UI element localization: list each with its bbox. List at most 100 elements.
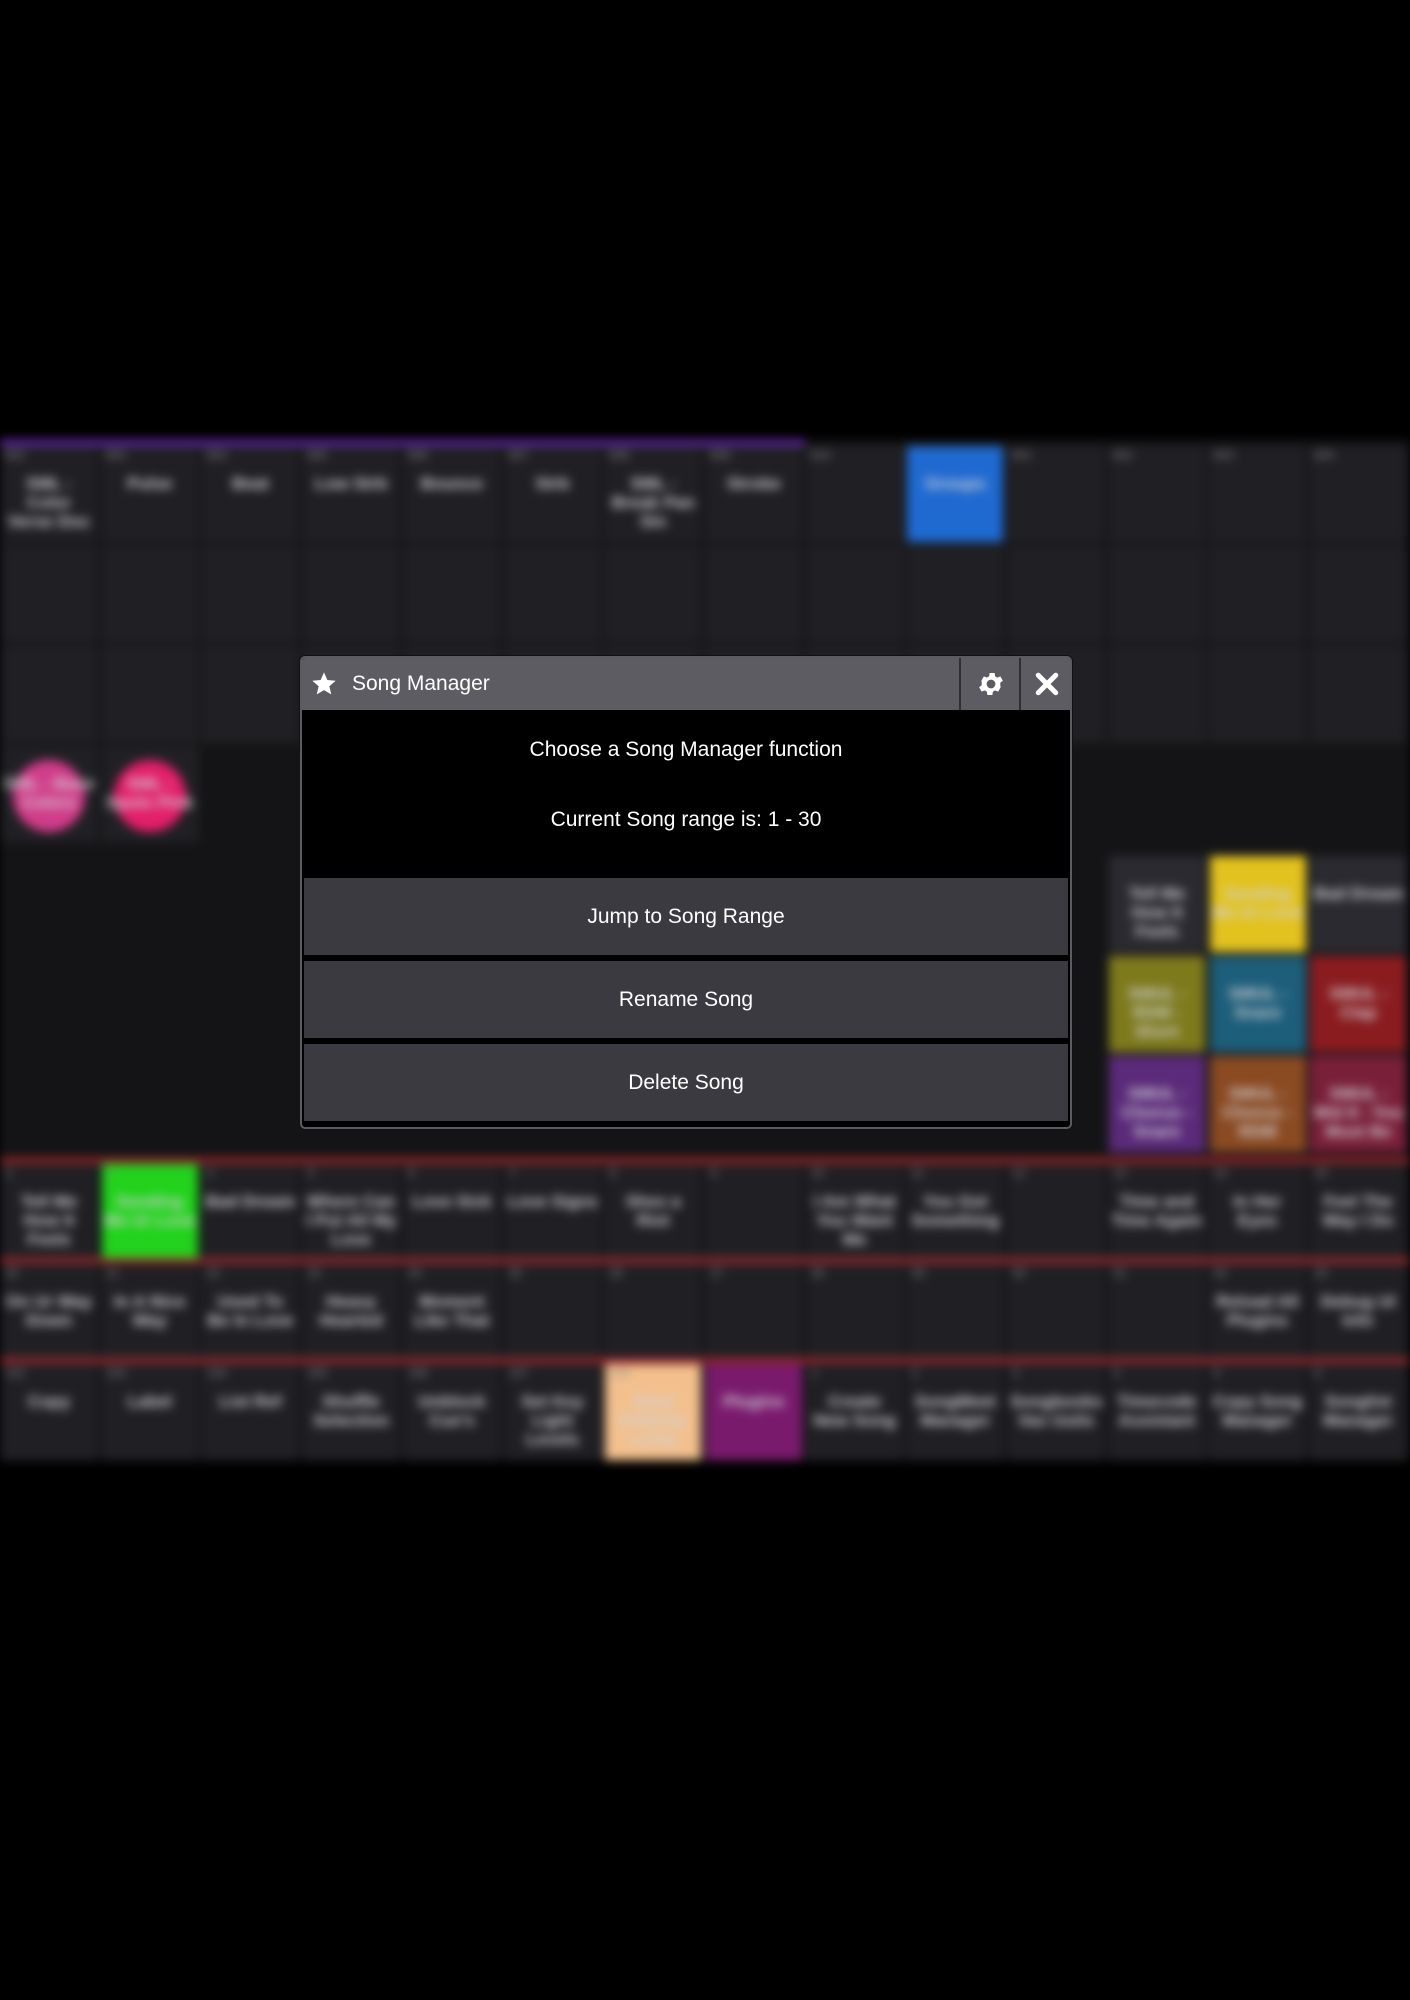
song-cue-cell: Tell Me How It Feels <box>1108 855 1206 953</box>
effect-pool-label: SML - Break Pan Sin <box>611 474 695 531</box>
empty-pool-cell <box>1007 545 1105 643</box>
song-list-b-number: 29 <box>911 1266 925 1280</box>
song-list-a-label: Love Sick <box>412 1192 492 1211</box>
macro-pool-cell: 3 Songbooks Vas Uutis <box>1007 1363 1105 1461</box>
effect-pool-label: SML - Color Verse Doc <box>7 474 91 531</box>
settings-button[interactable] <box>959 658 1019 710</box>
macro-pool-number: 6 <box>1314 1366 1321 1380</box>
song-list-b-cell: 31 <box>1107 1263 1206 1361</box>
song-list-a-cell: 6 Love Sick <box>402 1163 501 1261</box>
macro-pool-cell: 1 Create New Song <box>805 1363 904 1461</box>
macro-pool-label: Songlist Manager <box>1323 1392 1394 1430</box>
song-list-b-cell: 24 Moment Like That <box>402 1263 501 1361</box>
gear-icon <box>979 673 1003 695</box>
macro-pool-number: 108 <box>609 1366 630 1380</box>
color-preset-label: SML - Base Colors <box>3 774 95 812</box>
song-list-a-cell: 2 Tell Me How It Feels <box>0 1163 98 1261</box>
empty-pool-cell <box>704 545 803 643</box>
song-list-b-number: 24 <box>407 1266 422 1280</box>
delete-song-button[interactable]: Delete Song <box>304 1044 1068 1121</box>
song-list-a-number: 9 <box>709 1166 717 1180</box>
macro-pool-cell: 104 List Ref <box>201 1363 300 1461</box>
close-icon <box>1035 672 1059 696</box>
macro-pool-number: 1 <box>810 1366 818 1380</box>
song-cue-cell: SMUL - Snare <box>1208 955 1307 1053</box>
effect-pool-cell: 604 Beat <box>201 445 300 543</box>
song-list-b-number: 25 <box>508 1266 522 1280</box>
song-list-a-number: 14 <box>1213 1166 1227 1180</box>
song-cue-label: Sending Me Ur Love <box>1211 884 1304 922</box>
song-list-b-cell: 27 <box>704 1263 803 1361</box>
song-list-b-number: 21 <box>105 1266 120 1280</box>
macro-pool-cell: 107 Set Key Light Levels <box>503 1363 602 1461</box>
song-cue-label: SMUL - Snare <box>1228 984 1287 1022</box>
song-list-a-label: Feel The Way I Do <box>1322 1192 1394 1230</box>
song-list-a-number: 7 <box>508 1166 516 1180</box>
song-cue-cell: SMUL - Mid 8 - You Must Be <box>1309 1055 1408 1153</box>
effect-pool-number: 607 <box>508 448 529 462</box>
song-list-a-number: 2 <box>5 1166 12 1180</box>
effect-pool-cell: 602 SML - Color Verse Doc <box>0 445 98 543</box>
song-cue-label: Bad Dream <box>1313 884 1404 903</box>
effect-pool-cell: 606 Bounce <box>402 445 501 543</box>
song-list-b-number: 31 <box>1112 1266 1127 1280</box>
effect-pool-cell: 607 Strb <box>503 445 602 543</box>
empty-pool-cell <box>402 545 501 643</box>
song-list-b-number: 27 <box>709 1266 724 1280</box>
song-manager-dialog: Song Manager Choose a Song Manager funct… <box>300 656 1072 1129</box>
effect-pool-label: Bounce <box>420 474 483 493</box>
song-list-a-number: 8 <box>609 1166 616 1180</box>
macro-pool-number: 4 <box>1112 1366 1120 1380</box>
effect-pool-number: 610 <box>810 448 831 462</box>
song-list-a-label: Sending Me Ur Love <box>103 1192 196 1230</box>
song-list-b-label: Used To Be In Love <box>207 1292 294 1330</box>
song-list-a-cell: 8 Shes a Riot <box>604 1163 703 1261</box>
macro-pool-cell: 102 Copy <box>0 1363 98 1461</box>
effect-pool-number: 608 <box>609 448 630 462</box>
song-list-a-label: Where Can I Put All My Love <box>305 1192 397 1249</box>
macro-pool-label: SongMeet Manager <box>914 1392 996 1430</box>
song-range-text: Current Song range is: 1 - 30 <box>550 808 822 831</box>
dialog-titlebar[interactable]: Song Manager <box>302 658 1070 710</box>
close-button[interactable] <box>1019 658 1070 710</box>
song-list-b-cell: 33 Debug UI Info <box>1309 1263 1408 1361</box>
rename-song-button[interactable]: Rename Song <box>304 961 1068 1038</box>
effect-pool-label: Strb <box>535 474 570 493</box>
macro-pool-label: Shuffle Selection <box>313 1392 389 1430</box>
empty-pool-cell <box>1208 545 1307 643</box>
effect-pool-number: 609 <box>709 448 730 462</box>
macro-pool-number: 3 <box>1012 1366 1019 1380</box>
macro-pool-label: Label <box>127 1392 172 1411</box>
song-cue-cell: SMUL - Clap <box>1309 955 1408 1053</box>
macro-pool-number: 107 <box>508 1366 529 1380</box>
song-list-b-cell: 22 Used To Be In Love <box>201 1263 300 1361</box>
empty-pool-cell <box>1309 645 1408 743</box>
macro-pool-cell: 5 Copy Song Manager <box>1208 1363 1307 1461</box>
empty-pool-cell <box>805 545 904 643</box>
song-list-b-label: Moment Like That <box>414 1292 490 1330</box>
effect-pool-number: 606 <box>407 448 428 462</box>
empty-pool-cell <box>1107 645 1206 743</box>
song-list-b-label: Heavy Hearted <box>319 1292 383 1330</box>
effect-pool-label: Groups <box>925 474 986 493</box>
macro-pool-number: 102 <box>5 1366 26 1380</box>
song-list-b-number: 32 <box>1213 1266 1227 1280</box>
macro-pool-number: 104 <box>206 1366 227 1380</box>
color-preset-label: SML - Spots Pink <box>105 774 194 812</box>
empty-pool-cell <box>1107 545 1206 643</box>
effect-pool-number: 604 <box>206 448 227 462</box>
macro-pool-label: Steal Pollarity Lordy <box>619 1392 687 1449</box>
effect-pool-cell: 609 Strobe <box>704 445 803 543</box>
song-list-a-label: Bad Dream <box>205 1192 296 1211</box>
jump-to-song-range-button[interactable]: Jump to Song Range <box>304 878 1068 955</box>
song-list-a-label: Love Signs <box>507 1192 598 1211</box>
color-preset-cell: SML - Base Colors <box>0 745 98 843</box>
song-cue-label: SMUL - Mid 8 - You Must Be <box>1313 1084 1403 1141</box>
star-icon <box>312 672 336 695</box>
macro-pool-number: 103 <box>105 1366 126 1380</box>
effect-pool-cell: 604 <box>1309 445 1408 543</box>
song-list-a-cell: 15 Feel The Way I Do <box>1309 1163 1408 1261</box>
macro-pool-number: 106 <box>407 1366 428 1380</box>
empty-pool-cell <box>0 645 98 743</box>
song-list-a-number: 10 <box>810 1166 824 1180</box>
